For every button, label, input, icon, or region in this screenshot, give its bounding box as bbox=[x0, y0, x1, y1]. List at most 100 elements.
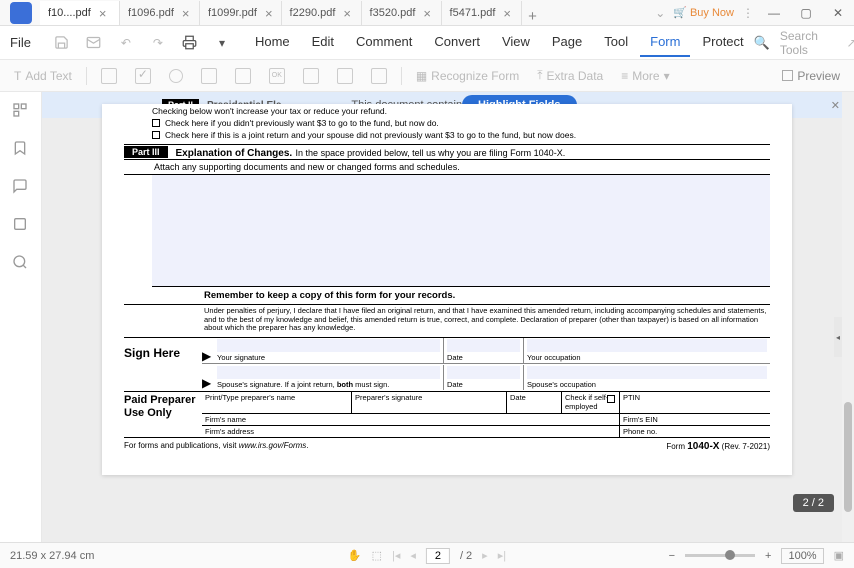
menu-edit[interactable]: Edit bbox=[302, 28, 344, 57]
extra-data-button[interactable]: ⤒Extra Data bbox=[533, 65, 607, 86]
textfield-tool[interactable] bbox=[97, 65, 121, 87]
menu-form[interactable]: Form bbox=[640, 28, 690, 57]
menu-page[interactable]: Page bbox=[542, 28, 592, 57]
add-text-button[interactable]: TAdd Text bbox=[10, 66, 76, 86]
close-notice-button[interactable]: ✕ bbox=[831, 99, 840, 112]
spouse-signature-field[interactable] bbox=[217, 366, 440, 379]
part3-title: Explanation of Changes. bbox=[176, 148, 293, 159]
self-employed-cell[interactable]: Check if self-employed bbox=[562, 392, 620, 413]
date-tool[interactable] bbox=[367, 65, 391, 87]
close-icon[interactable]: × bbox=[503, 6, 511, 21]
tab-doc-0[interactable]: f10....pdf× bbox=[40, 1, 120, 25]
zoom-level[interactable]: 100% bbox=[781, 548, 823, 564]
thumbnails-icon[interactable] bbox=[12, 102, 30, 120]
your-signature-field[interactable] bbox=[217, 339, 440, 352]
status-bar: 21.59 x 27.94 cm ✋ ⬚ |◂ ◂ / 2 ▸ ▸| − + 1… bbox=[0, 542, 854, 568]
close-icon[interactable]: × bbox=[99, 6, 107, 21]
menu-view[interactable]: View bbox=[492, 28, 540, 57]
last-page-button[interactable]: ▸| bbox=[498, 549, 506, 562]
bookmark-icon[interactable] bbox=[12, 140, 30, 158]
buy-now-link[interactable]: 🛒Buy Now bbox=[673, 6, 734, 19]
file-menu[interactable]: File bbox=[6, 29, 41, 56]
dropdown-tool[interactable] bbox=[197, 65, 221, 87]
prev-page-button[interactable]: ◂ bbox=[410, 549, 416, 562]
explanation-field[interactable] bbox=[152, 175, 770, 287]
tab-doc-2[interactable]: f1099r.pdf× bbox=[200, 1, 282, 25]
vertical-scrollbar[interactable] bbox=[842, 92, 854, 542]
mail-icon[interactable] bbox=[83, 32, 105, 54]
collapse-right-handle[interactable]: ◂ bbox=[834, 317, 842, 357]
menu-comment[interactable]: Comment bbox=[346, 28, 422, 57]
self-employed-checkbox[interactable] bbox=[607, 395, 615, 403]
recognize-form-button[interactable]: ▦Recognize Form bbox=[412, 66, 523, 86]
minimize-button[interactable]: — bbox=[762, 1, 786, 25]
button-tool[interactable]: OK bbox=[265, 65, 289, 87]
attachment-icon[interactable] bbox=[12, 216, 30, 234]
close-icon[interactable]: × bbox=[265, 6, 273, 21]
menu-tool[interactable]: Tool bbox=[594, 28, 638, 57]
chevron-down-icon[interactable]: ⌄ bbox=[655, 6, 665, 20]
page-number-input[interactable] bbox=[426, 548, 450, 564]
firm-name-cell[interactable]: Firm's name bbox=[202, 414, 620, 425]
menu-home[interactable]: Home bbox=[245, 28, 300, 57]
print-icon[interactable] bbox=[179, 32, 201, 54]
tab-doc-1[interactable]: f1096.pdf× bbox=[120, 1, 200, 25]
dropdown-icon[interactable]: ▾ bbox=[211, 32, 233, 54]
spouse-date-field[interactable] bbox=[447, 366, 520, 379]
sig-date-field[interactable] bbox=[447, 339, 520, 352]
search-tools-input[interactable]: Search Tools bbox=[780, 29, 833, 57]
hand-tool-icon[interactable]: ✋ bbox=[348, 549, 362, 562]
button-icon: OK bbox=[269, 68, 285, 84]
radio-tool[interactable] bbox=[165, 66, 187, 86]
listbox-tool[interactable] bbox=[231, 65, 255, 87]
fit-page-icon[interactable]: ▣ bbox=[834, 549, 844, 562]
spouse-occupation-field[interactable] bbox=[527, 366, 767, 379]
tool-label: Preview bbox=[797, 69, 840, 83]
kebab-icon[interactable]: ⋮ bbox=[742, 6, 754, 20]
firm-address-cell[interactable]: Firm's address bbox=[202, 426, 620, 437]
close-icon[interactable]: × bbox=[423, 6, 431, 21]
tab-doc-4[interactable]: f3520.pdf× bbox=[362, 1, 442, 25]
footer-form-pre: Form bbox=[666, 442, 687, 451]
zoom-in-button[interactable]: + bbox=[765, 550, 771, 562]
comment-icon[interactable] bbox=[12, 178, 30, 196]
preview-checkbox[interactable]: Preview bbox=[778, 66, 844, 86]
occupation-label: Your occupation bbox=[527, 353, 581, 362]
scrollbar-thumb[interactable] bbox=[844, 402, 852, 512]
maximize-button[interactable]: ▢ bbox=[794, 1, 818, 25]
phone-cell[interactable]: Phone no. bbox=[620, 426, 770, 437]
close-icon[interactable]: × bbox=[182, 6, 190, 21]
select-tool-icon[interactable]: ⬚ bbox=[372, 549, 382, 562]
open-external-icon[interactable]: ↗ bbox=[843, 32, 854, 54]
menu-convert[interactable]: Convert bbox=[424, 28, 490, 57]
tab-doc-5[interactable]: f5471.pdf× bbox=[442, 1, 522, 25]
close-icon[interactable]: × bbox=[343, 6, 351, 21]
tab-doc-3[interactable]: f2290.pdf× bbox=[282, 1, 362, 25]
preparer-name-cell[interactable]: Print/Type preparer's name bbox=[202, 392, 352, 413]
firm-ein-cell[interactable]: Firm's EIN bbox=[620, 414, 770, 425]
new-tab-button[interactable]: + bbox=[522, 8, 544, 25]
search-panel-icon[interactable] bbox=[12, 254, 30, 272]
redo-icon[interactable]: ↷ bbox=[147, 32, 169, 54]
more-button[interactable]: ≡More▾ bbox=[617, 66, 673, 86]
your-sig-label: Your signature bbox=[217, 353, 265, 362]
undo-icon[interactable]: ↶ bbox=[115, 32, 137, 54]
preparer-sig-cell[interactable]: Preparer's signature bbox=[352, 392, 507, 413]
ptin-cell[interactable]: PTIN bbox=[620, 392, 770, 413]
image-tool[interactable] bbox=[299, 65, 323, 87]
checkbox-fund-spouse[interactable] bbox=[152, 131, 160, 139]
buy-now-label: Buy Now bbox=[690, 7, 734, 19]
checkbox-fund-you[interactable] bbox=[152, 119, 160, 127]
preparer-date-cell[interactable]: Date bbox=[507, 392, 562, 413]
occupation-field[interactable] bbox=[527, 339, 767, 352]
signature-tool[interactable] bbox=[333, 65, 357, 87]
menu-protect[interactable]: Protect bbox=[692, 28, 753, 57]
zoom-out-button[interactable]: − bbox=[669, 550, 675, 562]
checkbox-tool[interactable]: ✓ bbox=[131, 65, 155, 87]
save-icon[interactable] bbox=[51, 32, 73, 54]
close-window-button[interactable]: ✕ bbox=[826, 1, 850, 25]
next-page-button[interactable]: ▸ bbox=[482, 549, 488, 562]
zoom-slider[interactable] bbox=[685, 554, 755, 557]
first-page-button[interactable]: |◂ bbox=[392, 549, 400, 562]
zoom-slider-thumb[interactable] bbox=[725, 550, 735, 560]
